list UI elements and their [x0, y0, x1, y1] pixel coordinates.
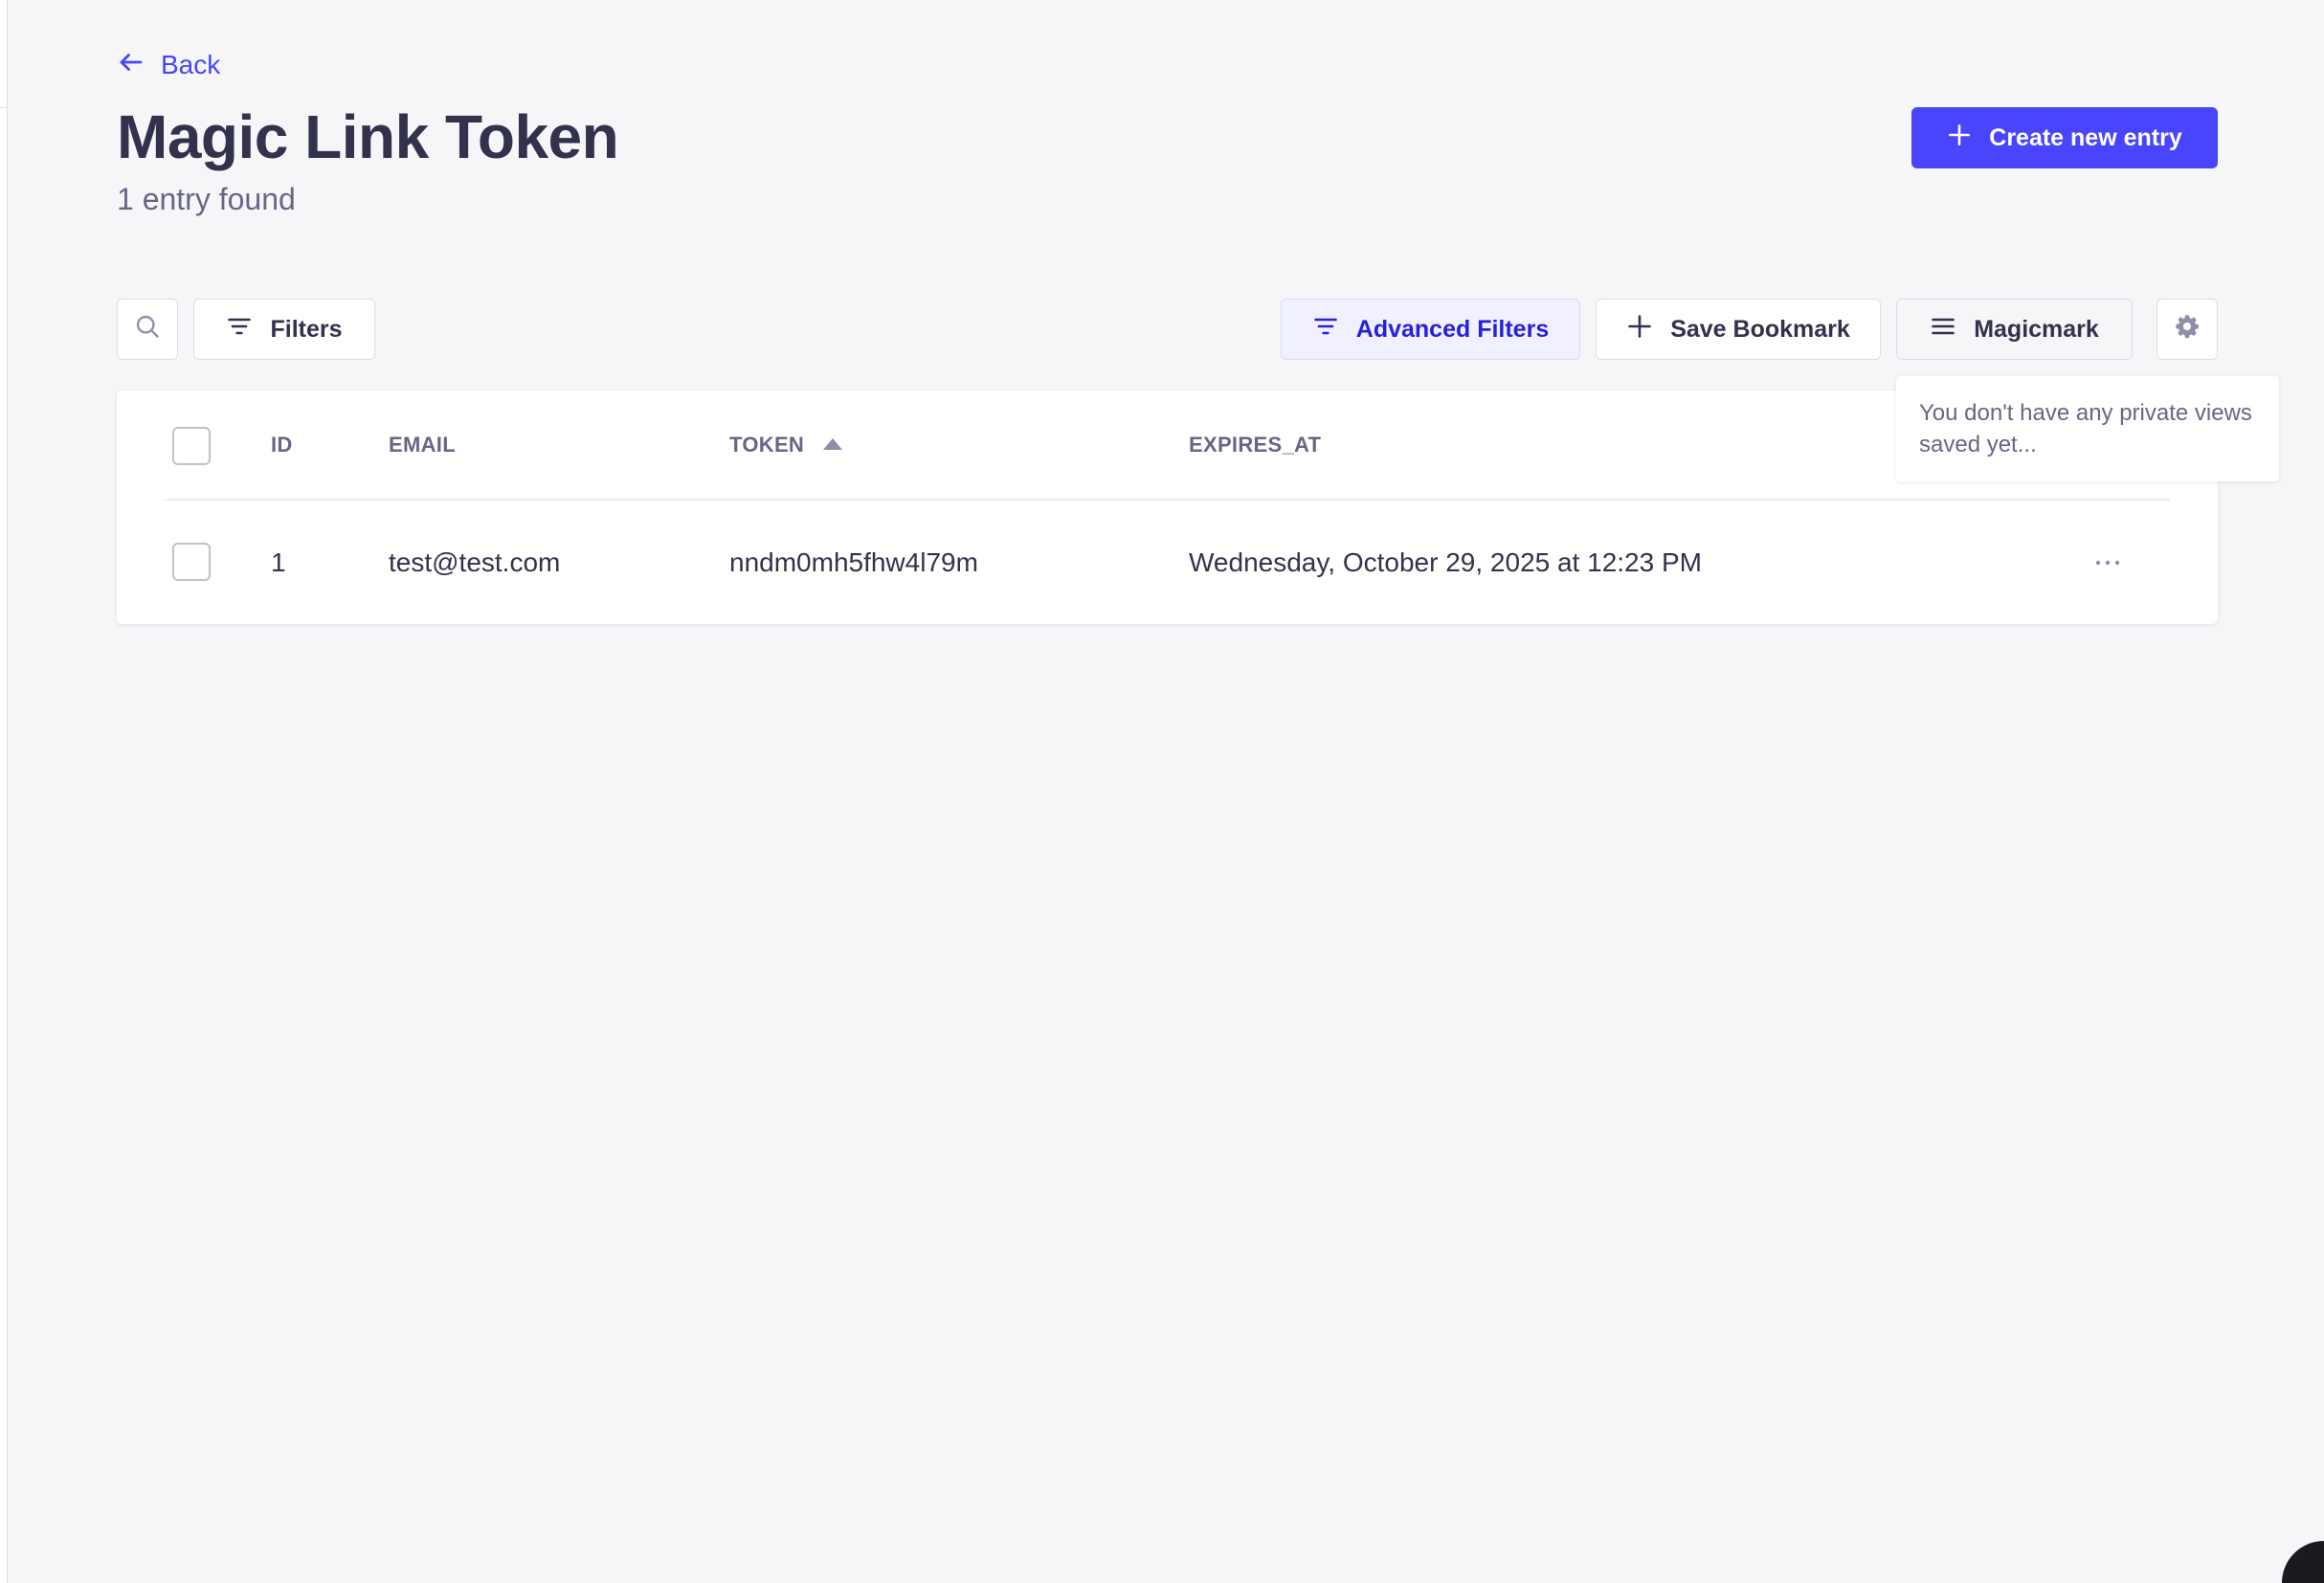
- save-bookmark-label: Save Bookmark: [1670, 315, 1850, 343]
- settings-button[interactable]: [2156, 299, 2218, 360]
- entry-count: 1 entry found: [117, 182, 296, 216]
- cell-email: test@test.com: [389, 547, 561, 577]
- row-actions-button[interactable]: [2092, 544, 2123, 582]
- create-new-entry-button[interactable]: Create new entry: [1911, 107, 2218, 168]
- filter-icon: [1312, 313, 1339, 346]
- search-button[interactable]: [117, 299, 178, 360]
- column-header-email[interactable]: EMAIL: [389, 433, 456, 457]
- table-divider: [165, 499, 2170, 501]
- cell-id: 1: [271, 547, 286, 577]
- select-all-checkbox[interactable]: [172, 427, 211, 465]
- page-title: Magic Link Token: [117, 102, 619, 171]
- advanced-filters-button[interactable]: Advanced Filters: [1281, 299, 1580, 360]
- gear-icon: [2174, 313, 2201, 346]
- hamburger-icon: [1930, 313, 1956, 346]
- column-header-token[interactable]: TOKEN: [729, 433, 844, 457]
- side-panel-divider: [0, 107, 8, 108]
- arrow-left-icon: [117, 48, 145, 83]
- column-header-id[interactable]: ID: [271, 433, 293, 457]
- filters-label: Filters: [270, 315, 343, 343]
- row-checkbox[interactable]: [172, 543, 211, 581]
- column-header-expires-at[interactable]: EXPIRES_AT: [1189, 433, 1321, 457]
- magicmark-tooltip: You don't have any private views saved y…: [1896, 376, 2279, 481]
- advanced-filters-label: Advanced Filters: [1355, 315, 1550, 343]
- page: Back Magic Link Token 1 entry found Crea…: [0, 0, 2324, 1583]
- save-bookmark-button[interactable]: Save Bookmark: [1596, 299, 1881, 360]
- search-icon: [134, 313, 161, 346]
- more-icon: [2095, 554, 2120, 571]
- side-panel-edge: [0, 0, 8, 1583]
- filter-icon: [226, 313, 253, 346]
- sort-up-icon: [821, 433, 844, 457]
- cell-token: nndm0mh5fhw4l79m: [729, 547, 978, 577]
- cell-expires-at: Wednesday, October 29, 2025 at 12:23 PM: [1189, 547, 1702, 577]
- plus-icon: [1947, 123, 1972, 154]
- window-corner: [2282, 1541, 2324, 1583]
- filters-button[interactable]: Filters: [193, 299, 375, 360]
- magicmark-label: Magicmark: [1974, 315, 2099, 343]
- back-label: Back: [161, 50, 221, 79]
- back-link[interactable]: Back: [117, 46, 220, 84]
- plus-icon: [1626, 313, 1653, 346]
- magicmark-button[interactable]: Magicmark: [1896, 299, 2133, 360]
- create-new-entry-label: Create new entry: [1989, 123, 2182, 151]
